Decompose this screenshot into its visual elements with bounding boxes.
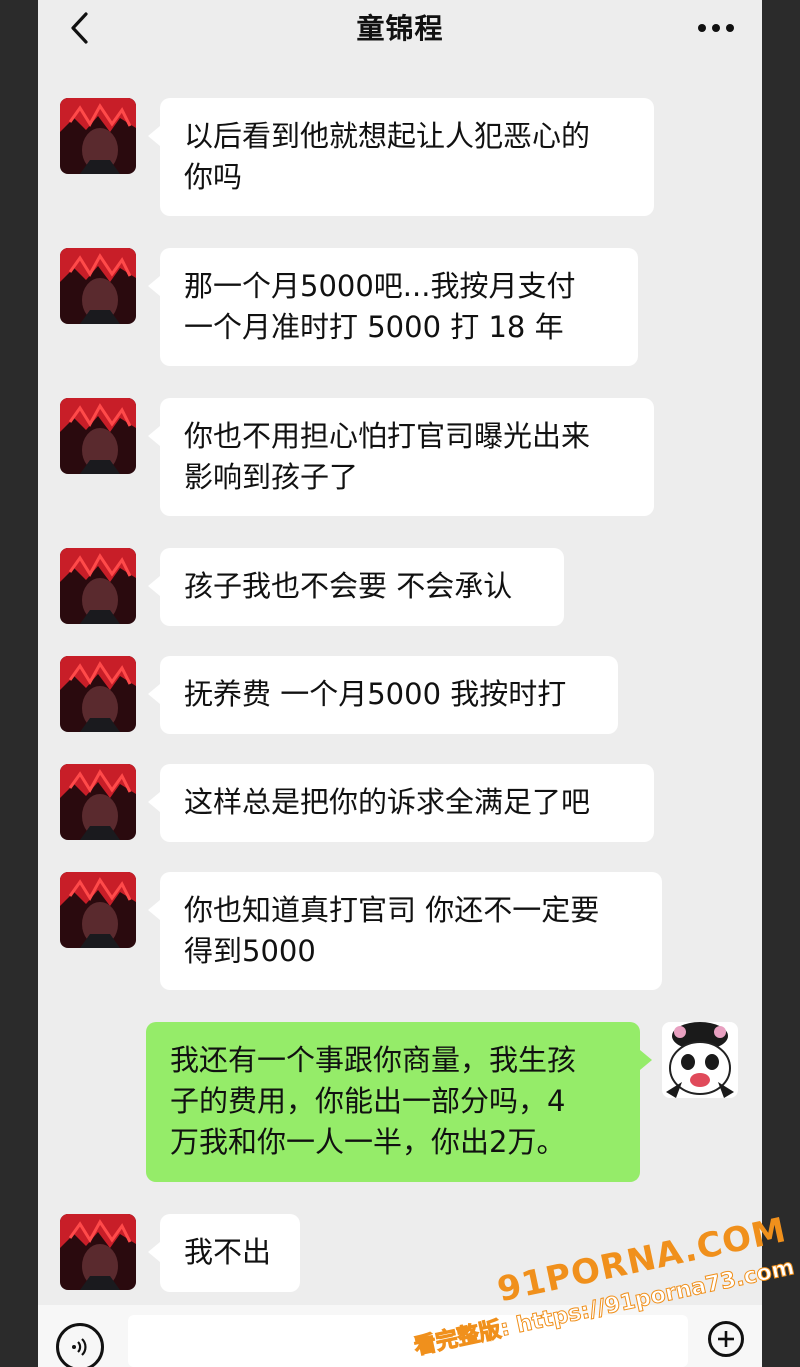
back-button[interactable]: [60, 8, 100, 48]
cartoon-panda-avatar-icon: [662, 1022, 738, 1098]
message-line: 你也知道真打官司 你还不一定要: [184, 893, 600, 927]
message-bubble-incoming[interactable]: 你也知道真打官司 你还不一定要 得到5000: [148, 872, 662, 990]
more-button[interactable]: [692, 8, 740, 48]
contact-avatar[interactable]: [60, 398, 136, 474]
message-line: 子的费用，你能出一部分吗，4: [170, 1084, 566, 1118]
message-bubble-incoming[interactable]: 这样总是把你的诉求全满足了吧: [148, 764, 654, 842]
contact-avatar[interactable]: [60, 872, 136, 948]
message-line: 万我和你一人一半，你出2万。: [170, 1125, 566, 1159]
red-hair-character-avatar-icon: [60, 248, 136, 324]
message-line: 你也不用担心怕打官司曝光出来: [184, 419, 591, 453]
chat-screen: 童锦程 以后看到他就想起让人犯恶心的 你吗 那一个月5000吧...我按月支付 …: [38, 0, 762, 1367]
message-bubble-incoming[interactable]: 那一个月5000吧...我按月支付 一个月准时打 5000 打 18 年: [148, 248, 638, 366]
message-line: 抚养费 一个月5000 我按时打: [184, 677, 567, 711]
message-line: 影响到孩子了: [184, 460, 359, 494]
red-hair-character-avatar-icon: [60, 98, 136, 174]
contact-avatar[interactable]: [60, 1214, 136, 1290]
chat-header: 童锦程: [38, 0, 762, 54]
self-avatar[interactable]: [662, 1022, 738, 1098]
message-bubble-outgoing[interactable]: 我还有一个事跟你商量，我生孩 子的费用，你能出一部分吗，4 万我和你一人一半，你…: [146, 1022, 652, 1182]
message-bubble-incoming[interactable]: 我不出: [148, 1214, 300, 1292]
contact-avatar[interactable]: [60, 548, 136, 624]
red-hair-character-avatar-icon: [60, 548, 136, 624]
input-bar: [38, 1305, 762, 1367]
more-dots-icon: [698, 24, 734, 32]
contact-avatar[interactable]: [60, 248, 136, 324]
message-bubble-incoming[interactable]: 你也不用担心怕打官司曝光出来 影响到孩子了: [148, 398, 654, 516]
message-bubble-incoming[interactable]: 以后看到他就想起让人犯恶心的 你吗: [148, 98, 654, 216]
contact-avatar[interactable]: [60, 764, 136, 840]
contact-avatar[interactable]: [60, 98, 136, 174]
red-hair-character-avatar-icon: [60, 872, 136, 948]
message-line: 你吗: [184, 160, 243, 194]
message-line: 我还有一个事跟你商量，我生孩: [170, 1043, 577, 1077]
message-line: 这样总是把你的诉求全满足了吧: [184, 785, 591, 819]
plus-icon: [718, 1331, 734, 1347]
red-hair-character-avatar-icon: [60, 656, 136, 732]
message-line: 以后看到他就想起让人犯恶心的: [184, 119, 591, 153]
chat-title: 童锦程: [356, 12, 444, 45]
voice-wave-icon: [72, 1338, 87, 1356]
contact-avatar[interactable]: [60, 656, 136, 732]
red-hair-character-avatar-icon: [60, 764, 136, 840]
message-line: 那一个月5000吧...我按月支付: [184, 269, 576, 303]
message-line: 得到5000: [184, 934, 316, 968]
red-hair-character-avatar-icon: [60, 1214, 136, 1290]
message-bubble-incoming[interactable]: 抚养费 一个月5000 我按时打: [148, 656, 618, 734]
chevron-left-icon: [71, 12, 88, 44]
message-line: 孩子我也不会要 不会承认: [184, 569, 513, 603]
voice-button[interactable]: [56, 1323, 104, 1367]
message-line: 一个月准时打 5000 打 18 年: [184, 310, 564, 344]
message-line: 我不出: [184, 1235, 272, 1269]
red-hair-character-avatar-icon: [60, 398, 136, 474]
message-input[interactable]: [128, 1315, 688, 1367]
add-button[interactable]: [708, 1321, 744, 1357]
message-bubble-incoming[interactable]: 孩子我也不会要 不会承认: [148, 548, 564, 626]
